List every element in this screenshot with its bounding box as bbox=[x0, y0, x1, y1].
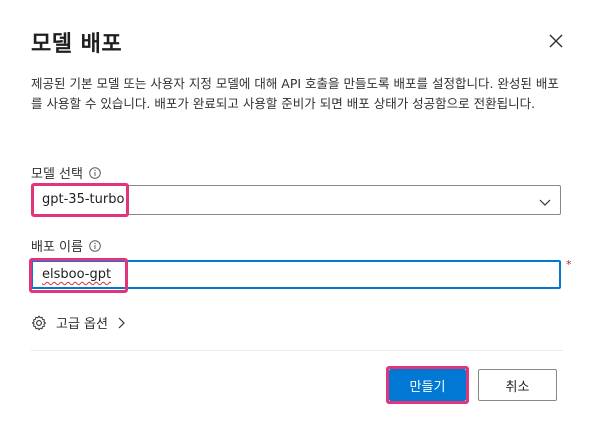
deployment-name-input[interactable]: elsboo-gpt bbox=[31, 260, 561, 289]
deployment-name-value: elsboo-gpt bbox=[42, 267, 112, 282]
chevron-right-icon bbox=[116, 316, 126, 330]
advanced-options-label: 고급 옵션 bbox=[56, 317, 108, 332]
create-button[interactable]: 만들기 bbox=[389, 369, 466, 401]
model-select-dropdown[interactable]: gpt-35-turbo bbox=[31, 185, 561, 215]
close-icon[interactable] bbox=[546, 31, 566, 51]
gear-icon bbox=[31, 315, 47, 331]
cancel-button[interactable]: 취소 bbox=[478, 369, 557, 401]
deployment-name-label-row: 배포 이름 bbox=[31, 236, 101, 255]
chevron-down-icon bbox=[538, 194, 552, 208]
info-icon[interactable] bbox=[89, 239, 101, 252]
dialog-description: 제공된 기본 모델 또는 사용자 지정 모델에 대해 API 호출을 만들도록 … bbox=[31, 76, 559, 111]
dialog-title: 모델 배포 bbox=[31, 32, 123, 57]
info-icon[interactable] bbox=[89, 166, 101, 179]
footer-divider bbox=[31, 350, 563, 351]
deploy-model-dialog: 모델 배포 제공된 기본 모델 또는 사용자 지정 모델에 대해 API 호출을… bbox=[0, 0, 592, 424]
required-asterisk: * bbox=[566, 258, 572, 271]
deployment-name-label: 배포 이름 bbox=[31, 240, 83, 255]
model-select-value: gpt-35-turbo bbox=[42, 192, 125, 207]
model-select-label: 모델 선택 bbox=[31, 167, 83, 182]
advanced-options-toggle[interactable]: 고급 옵션 bbox=[31, 313, 126, 332]
model-select-label-row: 모델 선택 bbox=[31, 163, 101, 182]
